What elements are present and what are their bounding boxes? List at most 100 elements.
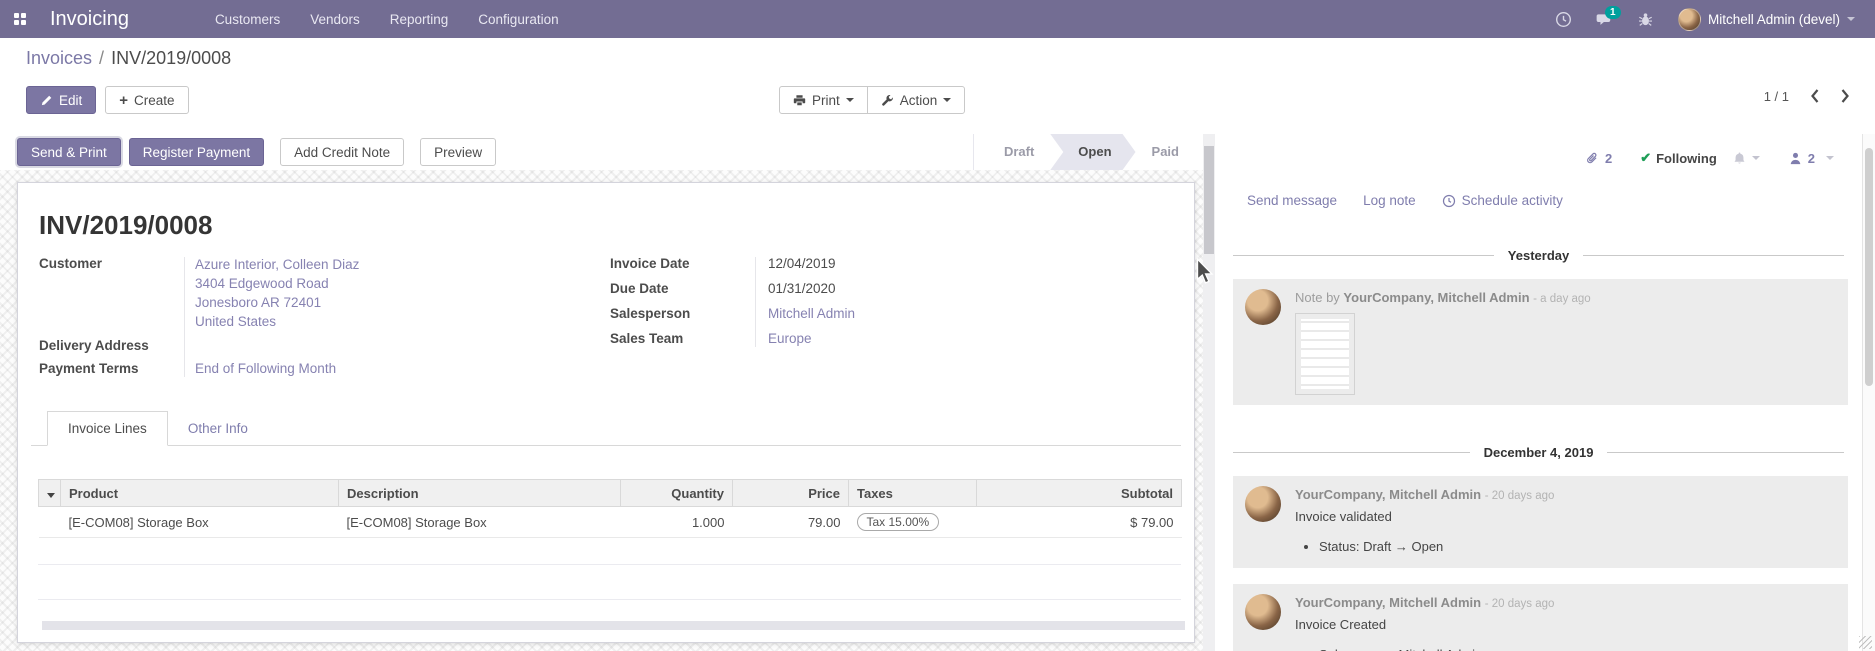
due-date-label: Due Date <box>610 280 755 297</box>
add-credit-note-button[interactable]: Add Credit Note <box>280 138 404 166</box>
avatar[interactable] <box>1245 594 1281 630</box>
message-author[interactable]: YourCompany, Mitchell Admin <box>1295 595 1481 610</box>
sales-team-value[interactable]: Europe <box>768 331 812 346</box>
column-header-description[interactable]: Description <box>339 480 621 507</box>
sales-team-label: Sales Team <box>610 330 755 347</box>
send-message-link[interactable]: Send message <box>1247 193 1337 208</box>
cell-price[interactable]: 79.00 <box>733 507 849 538</box>
chatter-vertical-scrollbar[interactable] <box>1862 134 1875 651</box>
avatar[interactable] <box>1245 486 1281 522</box>
cell-description[interactable]: [E-COM08] Storage Box <box>339 507 621 538</box>
user-menu[interactable]: Mitchell Admin (devel) <box>1678 8 1855 31</box>
field-group-right: Invoice Date 12/04/2019 Due Date 01/31/2… <box>610 255 1040 347</box>
user-name: Mitchell Admin (devel) <box>1708 12 1840 27</box>
breadcrumb-separator: / <box>99 48 104 68</box>
register-payment-button[interactable]: Register Payment <box>129 138 264 166</box>
messages-icon[interactable]: 1 <box>1596 11 1613 28</box>
delivery-address-value <box>184 337 584 354</box>
customer-country: United States <box>195 312 584 331</box>
messages-count-badge: 1 <box>1605 6 1621 19</box>
salesperson-value[interactable]: Mitchell Admin <box>768 306 855 321</box>
attachment-count: 2 <box>1605 151 1612 166</box>
app-name[interactable]: Invoicing <box>50 8 129 31</box>
statusbar-buttons: Send & Print Register Payment Add Credit… <box>17 138 504 166</box>
tax-badge[interactable]: Tax 15.00% <box>857 513 940 531</box>
horizontal-scrollbar[interactable] <box>42 621 1185 630</box>
scrollbar-thumb[interactable] <box>1865 148 1873 386</box>
customer-name-link[interactable]: Azure Interior, Colleen Diaz <box>195 255 584 274</box>
cell-product[interactable]: [E-COM08] Storage Box <box>61 507 339 538</box>
status-step-open[interactable]: Open <box>1050 134 1135 170</box>
customer-city: Jonesboro AR 72401 <box>195 293 584 312</box>
date-divider-label: Yesterday <box>1494 248 1583 263</box>
tab-invoice-lines[interactable]: Invoice Lines <box>47 411 168 446</box>
message-body: Invoice validated <box>1295 508 1836 525</box>
chevron-down-icon <box>1826 156 1834 160</box>
pencil-icon <box>40 94 53 107</box>
message-author[interactable]: YourCompany, Mitchell Admin <box>1295 487 1481 502</box>
chevron-down-icon <box>1847 17 1855 21</box>
edit-button[interactable]: Edit <box>26 86 96 114</box>
form-statusbar: Send & Print Register Payment Add Credit… <box>0 134 1203 170</box>
activities-clock-icon[interactable] <box>1555 11 1572 28</box>
menu-item-vendors[interactable]: Vendors <box>310 12 360 27</box>
column-header-quantity[interactable]: Quantity <box>621 480 733 507</box>
invoice-sheet: INV/2019/0008 Customer Azure Interior, C… <box>17 182 1195 643</box>
cell-subtotal: $ 79.00 <box>977 507 1182 538</box>
message-header: Note by YourCompany, Mitchell Admin - a … <box>1295 289 1836 308</box>
pager-next-icon[interactable] <box>1840 88 1851 104</box>
resize-grip[interactable] <box>1859 636 1872 649</box>
column-header-taxes[interactable]: Taxes <box>849 480 977 507</box>
chevron-down-icon <box>943 98 951 102</box>
payment-terms-label: Payment Terms <box>39 360 184 377</box>
breadcrumb-invoices-link[interactable]: Invoices <box>26 48 92 68</box>
chevron-down-icon <box>846 98 854 102</box>
field-group-left: Customer Azure Interior, Colleen Diaz 34… <box>39 255 584 377</box>
debug-bug-icon[interactable] <box>1637 11 1654 28</box>
scrollbar-thumb[interactable] <box>1204 146 1214 254</box>
pager: 1 / 1 <box>1764 88 1851 104</box>
following-button[interactable]: ✔ Following <box>1640 150 1760 166</box>
status-step-draft[interactable]: Draft <box>988 134 1050 170</box>
tab-other-info[interactable]: Other Info <box>168 412 268 445</box>
status-pipeline: Draft Open Paid <box>973 134 1203 170</box>
print-button[interactable]: Print <box>779 86 868 114</box>
chatter-actions: Send message Log note Schedule activity <box>1215 166 1862 208</box>
bell-icon[interactable] <box>1732 151 1747 166</box>
tracking-value: Status: Draft → Open <box>1319 539 1836 554</box>
invoice-lines-table: Product Description Quantity Price Taxes… <box>38 479 1182 538</box>
create-button[interactable]: + Create <box>105 86 188 114</box>
send-print-button[interactable]: Send & Print <box>17 138 121 166</box>
menu-item-configuration[interactable]: Configuration <box>478 12 558 27</box>
apps-menu-icon[interactable] <box>0 0 40 38</box>
print-action-group: Print Action <box>779 86 965 114</box>
preview-button[interactable]: Preview <box>420 138 496 166</box>
field-separator-line <box>184 257 185 377</box>
column-header-subtotal[interactable]: Subtotal <box>977 480 1182 507</box>
pager-value: 1 / 1 <box>1764 89 1789 104</box>
check-icon: ✔ <box>1640 150 1651 166</box>
chatter-message: YourCompany, Mitchell Admin - 20 days ag… <box>1233 476 1848 568</box>
top-menu: Customers Vendors Reporting Configuratio… <box>215 12 559 27</box>
column-header-price[interactable]: Price <box>733 480 849 507</box>
log-note-link[interactable]: Log note <box>1363 193 1416 208</box>
sort-caret-cell[interactable] <box>39 480 61 507</box>
message-author[interactable]: YourCompany, Mitchell Admin <box>1343 290 1529 305</box>
avatar[interactable] <box>1245 289 1281 325</box>
menu-item-reporting[interactable]: Reporting <box>390 12 449 27</box>
create-button-label: Create <box>134 93 175 108</box>
form-vertical-scrollbar[interactable] <box>1203 134 1215 651</box>
attachments-button[interactable]: 2 <box>1585 151 1612 166</box>
payment-terms-value[interactable]: End of Following Month <box>195 361 336 376</box>
cell-quantity[interactable]: 1.000 <box>621 507 733 538</box>
action-button[interactable]: Action <box>867 86 966 114</box>
status-step-paid[interactable]: Paid <box>1136 134 1195 170</box>
menu-item-customers[interactable]: Customers <box>215 12 280 27</box>
edit-button-label: Edit <box>59 93 82 108</box>
schedule-activity-link[interactable]: Schedule activity <box>1442 193 1563 208</box>
column-header-product[interactable]: Product <box>61 480 339 507</box>
followers-button[interactable]: 2 <box>1788 151 1834 166</box>
attachment-thumbnail[interactable] <box>1295 313 1355 395</box>
pager-previous-icon[interactable] <box>1809 88 1820 104</box>
table-row[interactable]: [E-COM08] Storage Box [E-COM08] Storage … <box>39 507 1182 538</box>
